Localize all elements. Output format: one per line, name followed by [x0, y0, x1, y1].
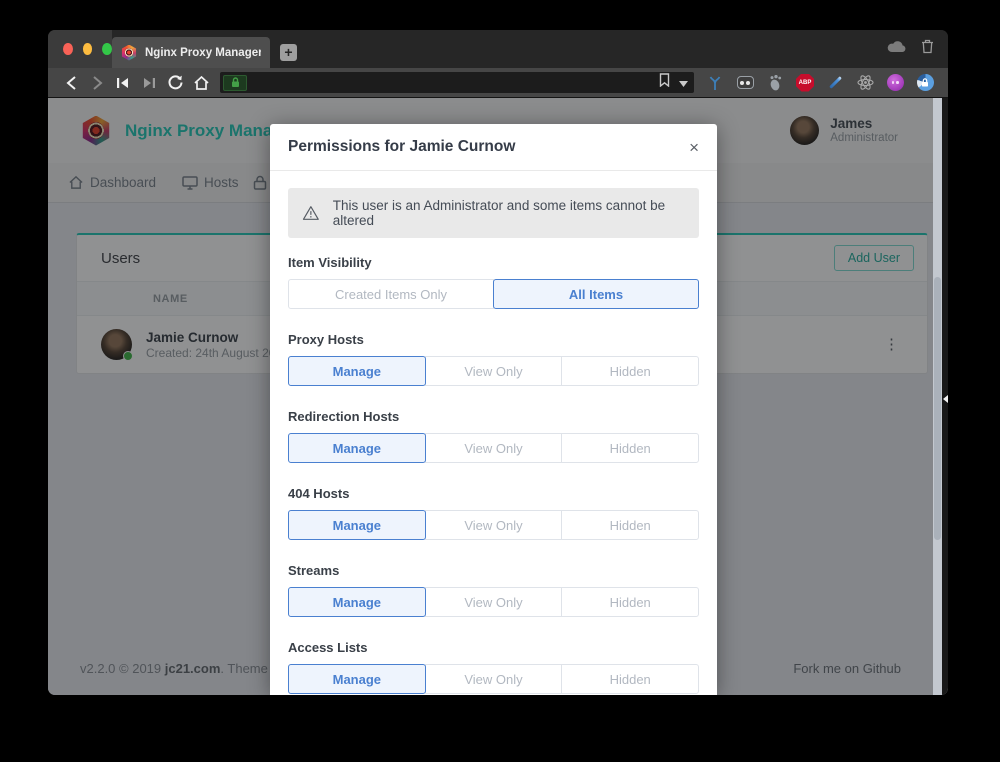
streams-view-only[interactable]: View Only — [425, 587, 563, 617]
section-label-streams: Streams — [288, 562, 699, 579]
proxy-hosts-manage[interactable]: Manage — [288, 356, 426, 386]
bookmark-dropdown-caret[interactable] — [679, 74, 688, 92]
section-label-item-visibility: Item Visibility — [288, 254, 699, 271]
rewind-button[interactable] — [110, 70, 136, 96]
panel-edge-strip — [942, 98, 948, 695]
access-lists-group: Manage View Only Hidden — [288, 664, 699, 694]
close-icon[interactable]: × — [689, 139, 699, 156]
window-controls — [48, 30, 112, 68]
proxy-hosts-hidden[interactable]: Hidden — [561, 356, 699, 386]
streams-group: Manage View Only Hidden — [288, 587, 699, 617]
browser-toolbar: ABP — [48, 68, 948, 98]
modal-title: Permissions for Jamie Curnow — [288, 138, 515, 156]
extension-atom-icon[interactable] — [856, 74, 874, 92]
warning-text: This user is an Administrator and some i… — [333, 198, 685, 228]
extension-gnome-foot-icon[interactable] — [766, 74, 784, 92]
item-visibility-group: Created Items Only All Items — [288, 279, 699, 309]
redirection-hosts-group: Manage View Only Hidden — [288, 433, 699, 463]
scrollbar-thumb[interactable] — [934, 277, 941, 540]
page-scrollbar[interactable] — [933, 98, 942, 695]
extension-purple-face-icon[interactable] — [886, 74, 904, 92]
new-tab-button[interactable]: + — [280, 44, 297, 61]
404-hosts-hidden[interactable]: Hidden — [561, 510, 699, 540]
extension-pen-icon[interactable] — [826, 74, 844, 92]
panel-toggle-arrow-icon[interactable] — [943, 395, 948, 403]
option-created-items-only[interactable]: Created Items Only — [288, 279, 494, 309]
permissions-modal: Permissions for Jamie Curnow × This user… — [270, 124, 717, 695]
proxy-hosts-view-only[interactable]: View Only — [425, 356, 563, 386]
back-button[interactable] — [58, 70, 84, 96]
bookmark-icon[interactable] — [659, 73, 670, 92]
redirection-hosts-manage[interactable]: Manage — [288, 433, 426, 463]
proxy-hosts-group: Manage View Only Hidden — [288, 356, 699, 386]
option-all-items[interactable]: All Items — [493, 279, 699, 309]
section-label-redirection-hosts: Redirection Hosts — [288, 408, 699, 425]
streams-manage[interactable]: Manage — [288, 587, 426, 617]
reload-button[interactable] — [162, 70, 188, 96]
browser-tab-nginx-proxy-manager[interactable]: Nginx Proxy Manager — [112, 37, 270, 68]
forward-button[interactable] — [84, 70, 110, 96]
tab-title: Nginx Proxy Manager — [145, 47, 261, 59]
access-lists-manage[interactable]: Manage — [288, 664, 426, 694]
streams-hidden[interactable]: Hidden — [561, 587, 699, 617]
maximize-window-button[interactable] — [102, 43, 112, 55]
extension-adblock-plus-icon[interactable]: ABP — [796, 74, 814, 92]
404-hosts-group: Manage View Only Hidden — [288, 510, 699, 540]
fast-forward-button[interactable] — [136, 70, 162, 96]
address-bar[interactable] — [220, 72, 694, 93]
section-label-access-lists: Access Lists — [288, 639, 699, 656]
extension-privacy-lock-icon[interactable] — [916, 74, 934, 92]
https-lock-icon[interactable] — [223, 75, 247, 91]
access-lists-view-only[interactable]: View Only — [425, 664, 563, 694]
home-button[interactable] — [188, 70, 214, 96]
redirection-hosts-view-only[interactable]: View Only — [425, 433, 563, 463]
close-window-button[interactable] — [63, 43, 73, 55]
page-content: Nginx Proxy Manager James Administrator … — [48, 98, 948, 695]
admin-warning-banner: This user is an Administrator and some i… — [288, 188, 699, 238]
404-hosts-manage[interactable]: Manage — [288, 510, 426, 540]
section-label-404-hosts: 404 Hosts — [288, 485, 699, 502]
access-lists-hidden[interactable]: Hidden — [561, 664, 699, 694]
extension-robot-icon[interactable] — [736, 74, 754, 92]
browser-tab-bar: Nginx Proxy Manager + — [48, 30, 948, 68]
redirection-hosts-hidden[interactable]: Hidden — [561, 433, 699, 463]
trash-icon[interactable] — [921, 39, 934, 59]
extension-fork-icon[interactable] — [706, 74, 724, 92]
favicon — [121, 45, 137, 61]
minimize-window-button[interactable] — [83, 43, 93, 55]
404-hosts-view-only[interactable]: View Only — [425, 510, 563, 540]
section-label-proxy-hosts: Proxy Hosts — [288, 331, 699, 348]
browser-window: Nginx Proxy Manager + — [48, 30, 948, 695]
warning-triangle-icon — [302, 204, 320, 222]
sync-cloud-icon[interactable] — [887, 40, 906, 58]
